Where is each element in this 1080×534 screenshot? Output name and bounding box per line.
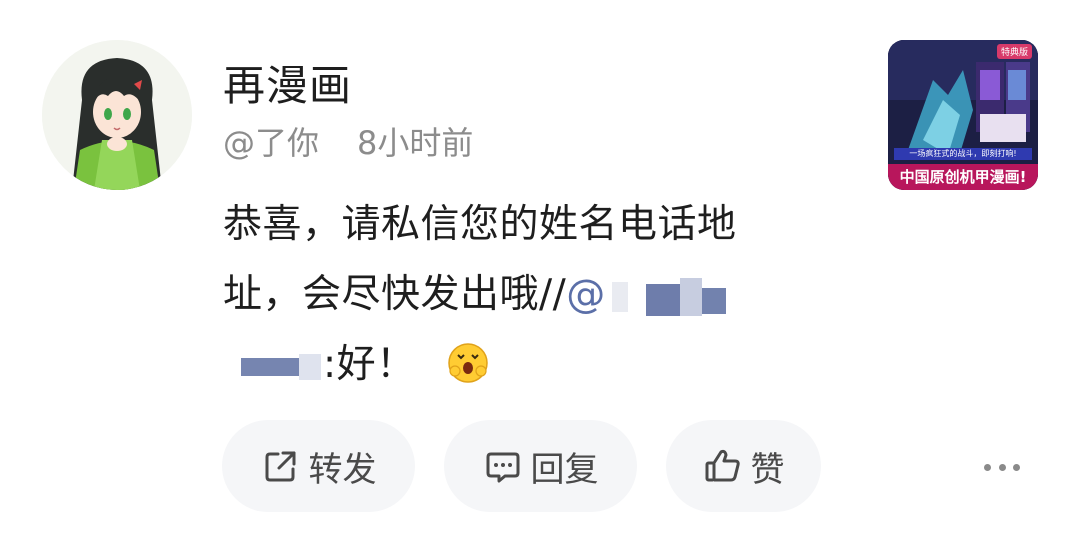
reply-label: 回复 [530, 449, 599, 490]
content-line-3: :好！ [223, 330, 843, 400]
like-label: 赞 [750, 449, 785, 490]
content-line-2-text: 址，会尽快发出哦// [223, 272, 567, 317]
more-dot [984, 463, 991, 471]
more-options-button[interactable] [984, 455, 1020, 479]
mention-handle[interactable]: @了你 [223, 124, 319, 162]
redacted-name-2 [241, 353, 321, 380]
content-line-1: 恭喜，请私信您的姓名电话地 [223, 202, 737, 247]
post-thumbnail[interactable]: 特典版 一场疯狂式的战斗，即刻打响! 中国原创机甲漫画! [888, 40, 1038, 190]
reply-button[interactable]: 回复 [444, 420, 637, 512]
thumbnail-tagline: 一场疯狂式的战斗，即刻打响! [894, 148, 1032, 160]
more-dot [998, 463, 1006, 471]
content-line-2: 址，会尽快发出哦//@ [223, 260, 843, 330]
content-line-3-text: :好！ [323, 342, 416, 387]
mention-link[interactable]: @ [566, 272, 730, 317]
share-label: 转发 [308, 449, 377, 490]
thumbs-up-icon [703, 446, 743, 486]
post-content: 恭喜，请私信您的姓名电话地 址，会尽快发出哦//@ :好！ [223, 190, 843, 400]
thumbnail-banner: 中国原创机甲漫画! [888, 164, 1038, 190]
thumbnail-badge: 特典版 [996, 44, 1032, 59]
more-dot [1013, 463, 1020, 471]
avatar-image [42, 40, 192, 190]
like-button[interactable]: 赞 [666, 420, 821, 512]
share-button[interactable]: 转发 [222, 420, 415, 512]
post-time: 8小时前 [357, 124, 474, 162]
share-icon [261, 446, 301, 486]
username[interactable]: 再漫画 [223, 58, 352, 114]
post-meta: @了你 8小时前 [223, 120, 473, 166]
comment-icon [483, 446, 523, 486]
redacted-block [611, 281, 628, 312]
mention-prefix: @ [566, 272, 606, 317]
avatar[interactable] [42, 40, 192, 190]
redacted-name [645, 277, 726, 316]
surprised-emoji-icon [446, 341, 490, 385]
